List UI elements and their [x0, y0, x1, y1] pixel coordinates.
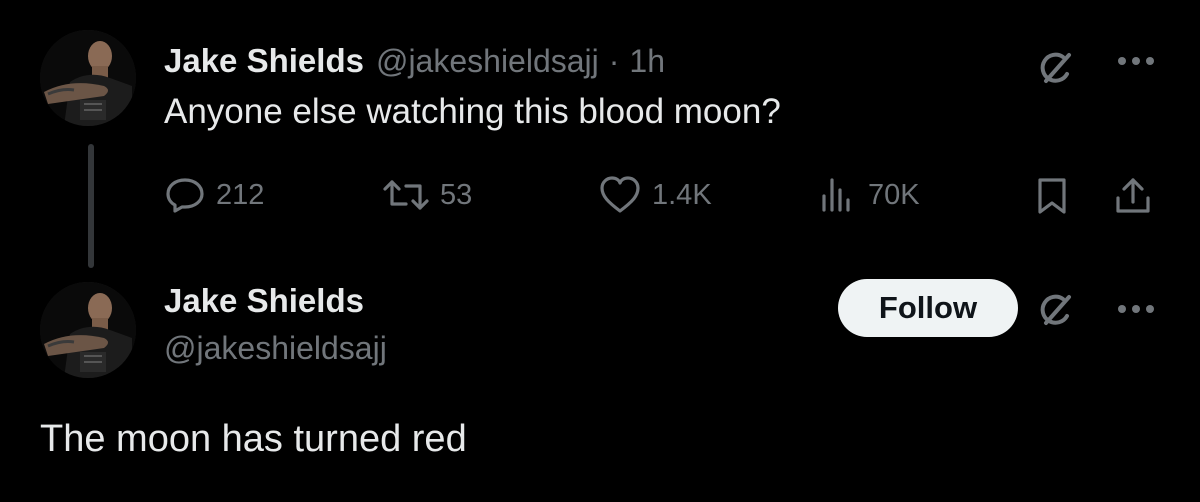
- repost-button[interactable]: 53: [382, 170, 472, 220]
- views-count: 70K: [868, 178, 920, 211]
- author-handle[interactable]: @jakeshieldsajj: [164, 330, 387, 367]
- more-icon[interactable]: [1112, 294, 1160, 324]
- avatar-photo: [40, 30, 136, 126]
- follow-button[interactable]: Follow: [838, 279, 1018, 337]
- grok-icon[interactable]: [1034, 46, 1078, 90]
- author-name[interactable]: Jake Shields: [164, 42, 364, 80]
- like-button[interactable]: 1.4K: [598, 170, 712, 220]
- reply-count: 212: [216, 178, 265, 211]
- avatar-photo: [40, 282, 136, 378]
- like-count: 1.4K: [652, 178, 712, 211]
- tweet-text: The moon has turned red: [40, 418, 467, 460]
- avatar[interactable]: [40, 30, 136, 126]
- timestamp[interactable]: 1h: [629, 43, 665, 80]
- more-icon[interactable]: [1112, 46, 1160, 76]
- reply-button[interactable]: 212: [164, 170, 264, 220]
- author-handle[interactable]: @jakeshieldsajj: [376, 43, 599, 80]
- like-icon: [600, 176, 640, 213]
- reply-icon: [166, 178, 204, 213]
- avatar[interactable]: [40, 282, 136, 378]
- grok-icon[interactable]: [1034, 288, 1078, 332]
- repost-icon: [383, 180, 429, 210]
- action-bar: 212 53 1.4K 70K: [164, 170, 1164, 220]
- repost-count: 53: [440, 178, 473, 211]
- bookmark-icon[interactable]: [1030, 174, 1074, 218]
- views-button[interactable]: 70K: [816, 170, 920, 220]
- separator: ·: [608, 42, 620, 79]
- share-icon[interactable]: [1110, 172, 1156, 218]
- author-row: Jake Shields @jakeshieldsajj · 1h: [164, 38, 665, 84]
- author-name[interactable]: Jake Shields: [164, 282, 364, 320]
- thread-line: [88, 144, 94, 268]
- tweet-text: Anyone else watching this blood moon?: [164, 92, 781, 131]
- views-icon: [822, 178, 850, 212]
